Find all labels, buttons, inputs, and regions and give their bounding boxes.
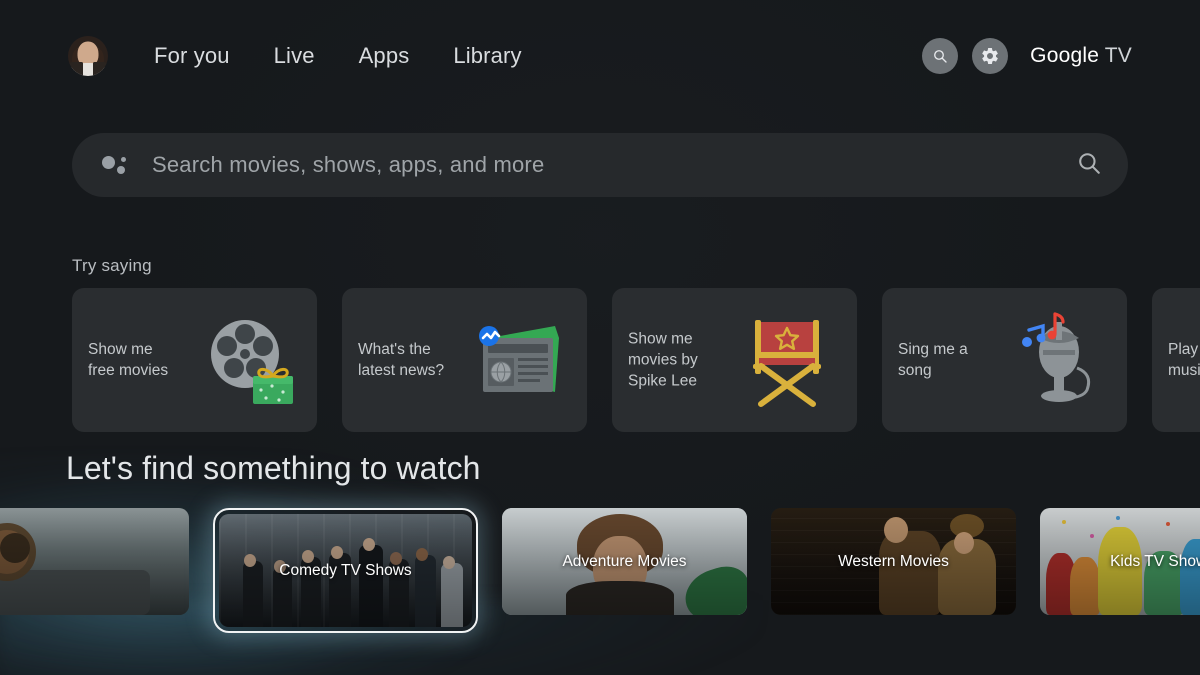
nav-item-for-you[interactable]: For you bbox=[154, 45, 230, 67]
content-tile-title: Western Movies bbox=[838, 552, 949, 570]
nav-item-library[interactable]: Library bbox=[453, 45, 521, 67]
content-tile-title: Kids TV Shows bbox=[1110, 552, 1200, 570]
film-reel-gift-icon bbox=[193, 308, 303, 412]
content-tile-row: Comedy TV Shows Adventure Movies Western… bbox=[0, 508, 1200, 633]
microphone-music-icon bbox=[1003, 308, 1113, 412]
try-saying-card-sing-song[interactable]: Sing me a song bbox=[882, 288, 1127, 432]
content-tile-western[interactable]: Western Movies bbox=[771, 508, 1016, 615]
try-saying-row: Show me free movies What's the latest ne… bbox=[72, 288, 1200, 432]
try-saying-card-label: Show me free movies bbox=[88, 341, 169, 379]
search-input[interactable]: Search movies, shows, apps, and more bbox=[152, 152, 544, 178]
gear-icon bbox=[982, 48, 998, 64]
search-icon bbox=[1079, 152, 1100, 174]
try-saying-label: Try saying bbox=[72, 256, 152, 275]
avatar[interactable] bbox=[68, 36, 108, 76]
search-submit-button[interactable] bbox=[1076, 150, 1102, 181]
content-tile-partial-left[interactable] bbox=[0, 508, 189, 615]
top-bar-actions: Google TV bbox=[922, 38, 1132, 74]
search-icon bbox=[934, 50, 947, 63]
try-saying-card-label: Sing me a song bbox=[898, 341, 968, 379]
content-tile-adventure[interactable]: Adventure Movies bbox=[502, 508, 747, 615]
nav-links: For you Live Apps Library bbox=[154, 45, 522, 67]
brand-google: Google bbox=[1030, 44, 1100, 67]
try-saying-card-spike-lee[interactable]: Show me movies by Spike Lee bbox=[612, 288, 857, 432]
assistant-dots-icon bbox=[102, 154, 128, 176]
try-saying-card-latest-news[interactable]: What's the latest news? bbox=[342, 288, 587, 432]
avatar-jacket-left bbox=[68, 62, 83, 76]
try-saying-card-label: Show me movies by Spike Lee bbox=[628, 330, 698, 390]
content-tile-title: Comedy TV Shows bbox=[279, 561, 412, 579]
brand-logo: Google TV bbox=[1030, 44, 1132, 68]
content-tile-comedy-wrapper[interactable]: Comedy TV Shows bbox=[213, 508, 478, 633]
try-saying-card-label: Play music bbox=[1168, 341, 1200, 379]
search-bar[interactable]: Search movies, shows, apps, and more bbox=[72, 133, 1128, 197]
content-tile-comedy[interactable]: Comedy TV Shows bbox=[219, 514, 472, 627]
content-tile-kids[interactable]: Kids TV Shows bbox=[1040, 508, 1200, 615]
top-navigation-bar: For you Live Apps Library Google TV bbox=[0, 0, 1200, 112]
page-title: Let's find something to watch bbox=[66, 450, 481, 486]
try-saying-card-label: What's the latest news? bbox=[358, 341, 445, 379]
try-saying-card-play-music[interactable]: Play music bbox=[1152, 288, 1200, 432]
search-button[interactable] bbox=[922, 38, 959, 74]
nav-item-live[interactable]: Live bbox=[274, 45, 315, 67]
avatar-jacket-right bbox=[93, 62, 108, 76]
settings-button[interactable] bbox=[972, 38, 1009, 74]
director-chair-icon bbox=[733, 308, 843, 412]
try-saying-card-free-movies[interactable]: Show me free movies bbox=[72, 288, 317, 432]
brand-tv: TV bbox=[1104, 44, 1132, 67]
nav-item-apps[interactable]: Apps bbox=[359, 45, 410, 67]
content-tile-title: Adventure Movies bbox=[562, 552, 687, 570]
newspaper-icon bbox=[463, 308, 573, 412]
